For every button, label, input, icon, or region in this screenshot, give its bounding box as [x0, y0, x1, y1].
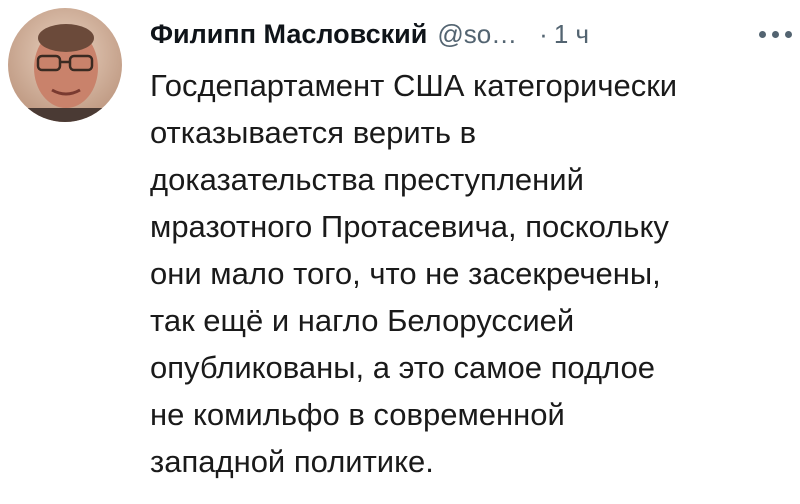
author-name[interactable]: Филипп Масловский [150, 19, 427, 50]
tweet-text-line: они мало того, что не засекречены, [150, 256, 661, 291]
separator-dot: · [539, 18, 548, 49]
avatar[interactable] [8, 8, 122, 122]
tweet-timestamp[interactable]: 1 ч [554, 19, 589, 50]
tweet-text-line: мразотного Протасевича, поскольку [150, 209, 669, 244]
tweet-text-line: не комильфо в современной [150, 397, 565, 432]
tweet-text-line: опубликованы, а это самое подлое [150, 350, 655, 385]
avatar-image [8, 8, 122, 122]
tweet-header: Филипп Масловский @so… · 1 ч [150, 12, 800, 56]
tweet-text-line: Госдепартамент США категорически [150, 68, 678, 103]
tweet-text-line: доказательства преступлений [150, 162, 584, 197]
tweet-text-line: так ещё и нагло Белоруссией [150, 303, 575, 338]
tweet-text: Госдепартамент США категорически отказыв… [150, 62, 790, 485]
tweet: Филипп Масловский @so… · 1 ч Госдепартам… [0, 0, 800, 504]
tweet-text-line: отказывается верить в [150, 115, 477, 150]
more-horizontal-icon[interactable] [759, 12, 792, 56]
tweet-text-line: западной политике. [150, 444, 434, 479]
author-handle[interactable]: @so… [437, 19, 517, 50]
